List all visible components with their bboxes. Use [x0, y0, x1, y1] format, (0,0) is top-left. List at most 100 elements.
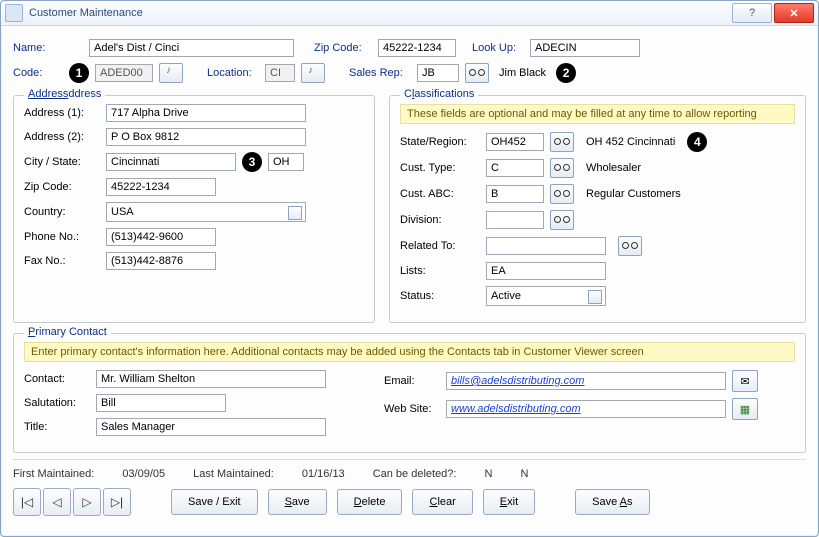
salesrep-lookup-button[interactable] [465, 63, 489, 83]
callout-3: 3 [242, 152, 262, 172]
salutation-input[interactable] [96, 394, 226, 412]
addr-zip-input[interactable] [106, 178, 216, 196]
email-link[interactable]: bills@adelsdistributing.com [451, 375, 584, 387]
division-label: Division: [400, 214, 480, 226]
country-select[interactable]: USA [106, 202, 306, 222]
salutation-label: Salutation: [24, 397, 90, 409]
last-maintained-value: 01/16/13 [302, 468, 345, 480]
addr1-label: Address (1): [24, 107, 100, 119]
addr-zip-label: Zip Code: [24, 181, 100, 193]
title-label: Title: [24, 421, 90, 433]
toolbar: |◁ ◁ ▷ ▷| Save / Exit Save Delete Clear … [13, 488, 806, 516]
email-field[interactable]: bills@adelsdistributing.com [446, 372, 726, 390]
close-button[interactable]: ✕ [774, 3, 814, 23]
callout-1: 1 [69, 63, 89, 83]
stateregion-lookup-button[interactable] [550, 132, 574, 152]
clear-button[interactable]: Clear [412, 489, 472, 515]
addr2-label: Address (2): [24, 131, 100, 143]
first-maintained-value: 03/09/05 [122, 468, 165, 480]
nav-prev-button[interactable]: ◁ [43, 488, 71, 516]
division-lookup-button[interactable] [550, 210, 574, 230]
custtype-lookup-button[interactable] [550, 158, 574, 178]
custtype-input[interactable] [486, 159, 544, 177]
callout-4: 4 [687, 132, 707, 152]
save-as-button[interactable]: Save As [575, 489, 649, 515]
first-maintained-label: First Maintained: [13, 468, 94, 480]
contact-label: Contact: [24, 373, 90, 385]
website-link[interactable]: www.adelsdistributing.com [451, 403, 581, 415]
lookup-input[interactable] [530, 39, 640, 57]
custabc-input[interactable] [486, 185, 544, 203]
website-field[interactable]: www.adelsdistributing.com [446, 400, 726, 418]
status-label: Status: [400, 290, 480, 302]
website-button[interactable]: ▦ [732, 398, 758, 420]
classifications-hint: These fields are optional and may be fil… [400, 104, 795, 124]
nav-next-button[interactable]: ▷ [73, 488, 101, 516]
email-button[interactable]: ✉ [732, 370, 758, 392]
primary-contact-group: Primary Contact Enter primary contact's … [13, 333, 806, 453]
classifications-group: Classifications These fields are optiona… [389, 95, 806, 323]
exit-button[interactable]: Exit [483, 489, 535, 515]
country-label: Country: [24, 206, 100, 218]
custabc-label: Cust. ABC: [400, 188, 480, 200]
can-be-deleted-value-2: N [520, 468, 528, 480]
website-label: Web Site: [384, 403, 440, 415]
fax-label: Fax No.: [24, 255, 100, 267]
salesrep-label: Sales Rep: [349, 67, 411, 79]
name-input[interactable] [89, 39, 294, 57]
custabc-lookup-button[interactable] [550, 184, 574, 204]
addr2-input[interactable] [106, 128, 306, 146]
stateregion-desc: OH 452 Cincinnati [586, 136, 675, 148]
fax-input[interactable] [106, 252, 216, 270]
app-icon [5, 4, 23, 22]
salesrep-input[interactable] [417, 64, 459, 82]
custtype-desc: Wholesaler [586, 162, 641, 174]
stateregion-label: State/Region: [400, 136, 480, 148]
stateregion-input[interactable] [486, 133, 544, 151]
contact-input[interactable] [96, 370, 326, 388]
phone-input[interactable] [106, 228, 216, 246]
can-be-deleted-label: Can be deleted?: [373, 468, 457, 480]
primary-contact-legend: Primary Contact [24, 326, 111, 338]
city-input[interactable] [106, 153, 236, 171]
customer-maintenance-window: Customer Maintenance ? ✕ Name: Zip Code:… [0, 0, 819, 537]
relatedto-input[interactable] [486, 237, 606, 255]
code-label: Code: [13, 67, 63, 79]
classifications-legend: Classifications [400, 88, 478, 100]
relatedto-lookup-button[interactable] [618, 236, 642, 256]
maintenance-info-row: First Maintained: 03/09/05 Last Maintain… [13, 459, 806, 480]
citystate-label: City / State: [24, 156, 100, 168]
location-label: Location: [207, 67, 259, 79]
division-input[interactable] [486, 211, 544, 229]
location-input [265, 64, 295, 82]
save-exit-button[interactable]: Save / Exit [171, 489, 258, 515]
save-button[interactable]: Save [268, 489, 327, 515]
delete-button[interactable]: Delete [337, 489, 403, 515]
nav-last-button[interactable]: ▷| [103, 488, 131, 516]
status-select[interactable]: Active [486, 286, 606, 306]
envelope-icon: ✉ [740, 375, 749, 388]
nav-first-button[interactable]: |◁ [13, 488, 41, 516]
globe-icon: ▦ [740, 403, 750, 416]
custabc-desc: Regular Customers [586, 188, 681, 200]
addr1-input[interactable] [106, 104, 306, 122]
zipcode-input[interactable] [378, 39, 456, 57]
location-lookup-button[interactable] [301, 63, 325, 83]
salesrep-name: Jim Black [499, 67, 546, 79]
phone-label: Phone No.: [24, 231, 100, 243]
address-group: Addressddress Address (1): Address (2): … [13, 95, 375, 323]
lists-input[interactable] [486, 262, 606, 280]
lists-label: Lists: [400, 265, 480, 277]
window-title: Customer Maintenance [29, 7, 732, 19]
callout-2: 2 [556, 63, 576, 83]
titlebar: Customer Maintenance ? ✕ [1, 1, 818, 26]
zipcode-label: Zip Code: [314, 42, 372, 54]
last-maintained-label: Last Maintained: [193, 468, 274, 480]
state-input[interactable] [268, 153, 304, 171]
title-input[interactable] [96, 418, 326, 436]
primary-contact-hint: Enter primary contact's information here… [24, 342, 795, 362]
code-lookup-button[interactable] [159, 63, 183, 83]
help-button[interactable]: ? [732, 3, 772, 23]
code-input [95, 64, 153, 82]
custtype-label: Cust. Type: [400, 162, 480, 174]
